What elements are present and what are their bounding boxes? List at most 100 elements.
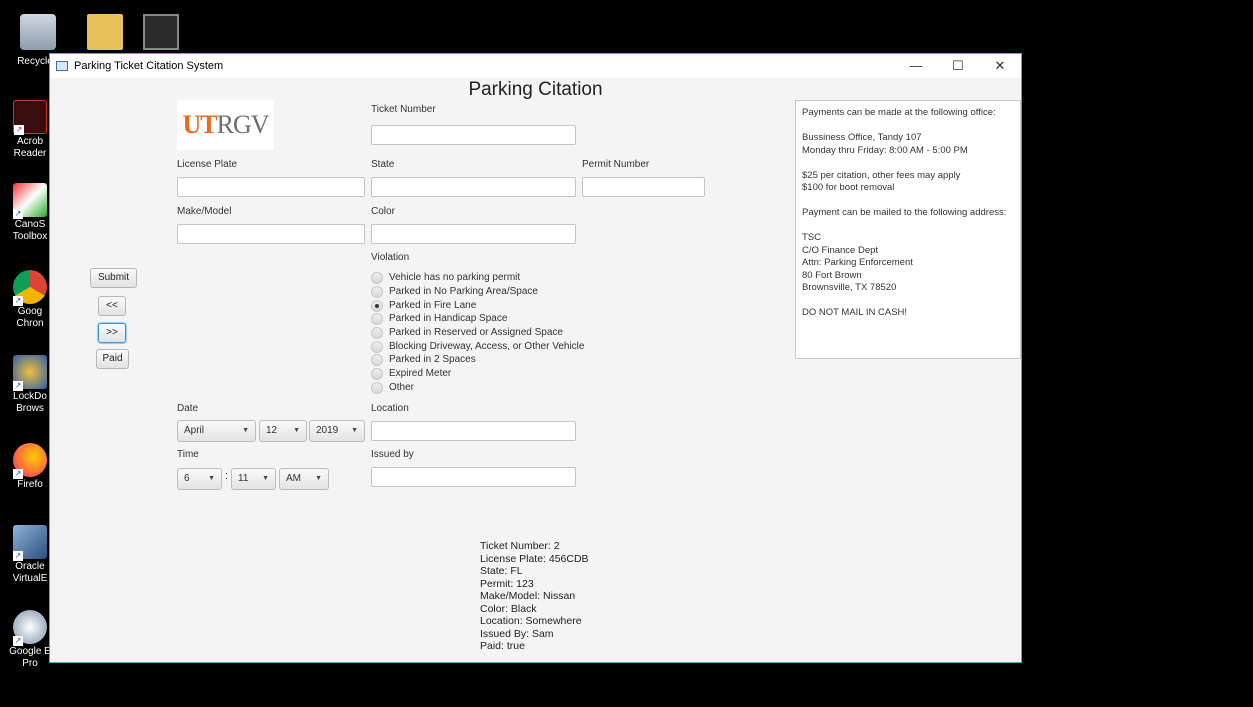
license-plate-field[interactable] [177, 177, 365, 197]
violation-option[interactable]: Vehicle has no parking permit [371, 271, 520, 284]
desktop-icon-label: Google E Pro [9, 646, 51, 669]
desktop-icon-label: Goog Chron [16, 306, 44, 329]
violation-option-selected[interactable]: Parked in Fire Lane [371, 299, 476, 312]
submit-button[interactable]: Submit [90, 268, 137, 288]
next-button[interactable]: >> [98, 323, 126, 343]
app-icon [56, 61, 68, 71]
payment-info-box[interactable]: Payments can be made at the following of… [795, 100, 1021, 359]
maximize-button[interactable]: ☐ [937, 58, 979, 74]
month-value: April [184, 425, 205, 436]
output-line: Permit: 123 [480, 577, 534, 590]
year-value: 2019 [316, 425, 339, 436]
violation-text: Other [389, 382, 415, 393]
color-field[interactable] [371, 224, 576, 244]
permit-number-field[interactable] [582, 177, 705, 197]
info-line: Attn: Parking Enforcement [802, 257, 913, 268]
citation-output: Ticket Number: 2 License Plate: 456CDB S… [480, 540, 589, 653]
minute-value: 11 [238, 473, 249, 484]
violation-text: Vehicle has no parking permit [389, 272, 521, 283]
info-line: Brownsville, TX 78520 [802, 282, 897, 293]
desktop-icon-label: LockDo Brows [13, 391, 47, 414]
state-field[interactable] [371, 177, 576, 197]
radio-button[interactable] [371, 271, 383, 284]
google-chrome-icon: ↗ [13, 270, 47, 306]
license-plate-label: License Plate [177, 159, 238, 170]
canon-toolbox-icon: ↗ [13, 183, 47, 219]
desktop-icon-label: Recycle [17, 56, 53, 67]
radio-button[interactable] [371, 367, 383, 380]
minute-select[interactable]: 11 ▼ [231, 468, 276, 490]
permit-number-label: Permit Number [582, 159, 650, 170]
utrgv-logo: UT RGV [177, 100, 274, 150]
title-bar[interactable]: Parking Ticket Citation System — ☐ ✕ [50, 54, 1021, 78]
minimize-button[interactable]: — [895, 58, 937, 74]
lockdown-browser-icon: ↗ [13, 355, 47, 391]
radio-button[interactable] [371, 381, 383, 394]
hour-value: 6 [184, 473, 190, 484]
radio-button[interactable] [371, 340, 383, 353]
hour-select[interactable]: 6 ▼ [177, 468, 222, 490]
logo-ut-text: UT [182, 110, 217, 139]
firefox-icon: ↗ [13, 443, 47, 479]
desktop-icon-label: CanoS Toolbox [12, 219, 48, 242]
info-line: $25 per citation, other fees may apply [802, 169, 961, 181]
folder-icon[interactable] [87, 14, 123, 50]
output-line: Location: Somewhere [480, 615, 582, 627]
output-line: License Plate: 456CDB [480, 552, 589, 565]
chevron-down-icon: ▼ [262, 475, 269, 482]
terminal-icon[interactable] [143, 14, 179, 50]
desktop-icon-label: Acrob Reader [13, 136, 47, 159]
violation-option[interactable]: Other [371, 381, 414, 394]
color-label: Color [371, 206, 395, 217]
make-model-field[interactable] [177, 224, 365, 244]
page-title: Parking Citation [468, 79, 603, 100]
info-line: 80 Fort Brown [802, 269, 862, 281]
day-value: 12 [266, 425, 278, 436]
output-line: Make/Model: Nissan [480, 590, 576, 602]
violation-text: Parked in Handicap Space [389, 313, 508, 324]
form-area: Parking Citation UT RGV Ticket Number Lic… [50, 78, 1021, 662]
ampm-select[interactable]: AM ▼ [279, 468, 329, 490]
desktop-icon-label: Oracle VirtualE [12, 561, 48, 584]
ticket-number-field[interactable] [371, 125, 576, 145]
year-select[interactable]: 2019 ▼ [309, 420, 365, 442]
radio-button-selected[interactable] [371, 299, 383, 312]
date-label: Date [177, 403, 199, 414]
info-line: $100 for boot removal [802, 182, 895, 193]
violation-option[interactable]: Expired Meter [371, 367, 451, 380]
info-line: TSC [802, 232, 821, 243]
radio-button[interactable] [371, 285, 383, 298]
violation-option[interactable]: Parked in Handicap Space [371, 312, 507, 325]
recycle-bin-icon[interactable] [20, 14, 56, 50]
ampm-value: AM [286, 473, 301, 484]
chevron-down-icon: ▼ [293, 427, 300, 434]
radio-button[interactable] [371, 312, 383, 325]
violation-text: Parked in No Parking Area/Space [389, 286, 538, 297]
violation-text: Parked in Fire Lane [389, 300, 477, 311]
violation-option[interactable]: Blocking Driveway, Access, or Other Vehi… [371, 340, 584, 353]
paid-button[interactable]: Paid [96, 349, 129, 369]
google-earth-pro-icon: ↗ [13, 610, 47, 646]
logo-rgv-text: RGV [216, 110, 270, 139]
violation-option[interactable]: Parked in Reserved or Assigned Space [371, 326, 563, 339]
previous-button[interactable]: << [98, 296, 126, 316]
day-select[interactable]: 12 ▼ [259, 420, 307, 442]
radio-button[interactable] [371, 353, 383, 366]
location-field[interactable] [371, 421, 576, 441]
violation-option[interactable]: Parked in 2 Spaces [371, 353, 476, 366]
violation-option[interactable]: Parked in No Parking Area/Space [371, 285, 538, 298]
ticket-number-label: Ticket Number [371, 104, 436, 115]
issued-by-field[interactable] [371, 467, 576, 487]
output-line: Paid: true [480, 640, 525, 652]
info-line: C/O Finance Dept [802, 244, 879, 256]
chevron-down-icon: ▼ [208, 475, 215, 482]
info-line: Bussiness Office, Tandy 107 [802, 132, 922, 143]
radio-button[interactable] [371, 326, 383, 339]
chevron-down-icon: ▼ [351, 427, 358, 434]
month-select[interactable]: April ▼ [177, 420, 256, 442]
close-button[interactable]: ✕ [979, 58, 1021, 74]
